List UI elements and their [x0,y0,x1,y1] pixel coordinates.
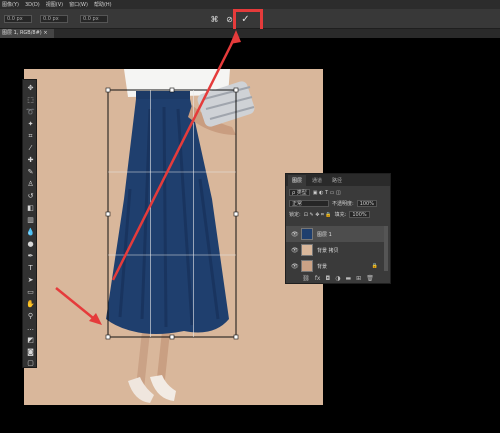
arrowhead-commit [230,30,241,44]
annotation-overlay [55,30,241,325]
annotation-arrow-to-box [55,287,99,323]
annotation-arrow-to-commit [111,34,238,281]
